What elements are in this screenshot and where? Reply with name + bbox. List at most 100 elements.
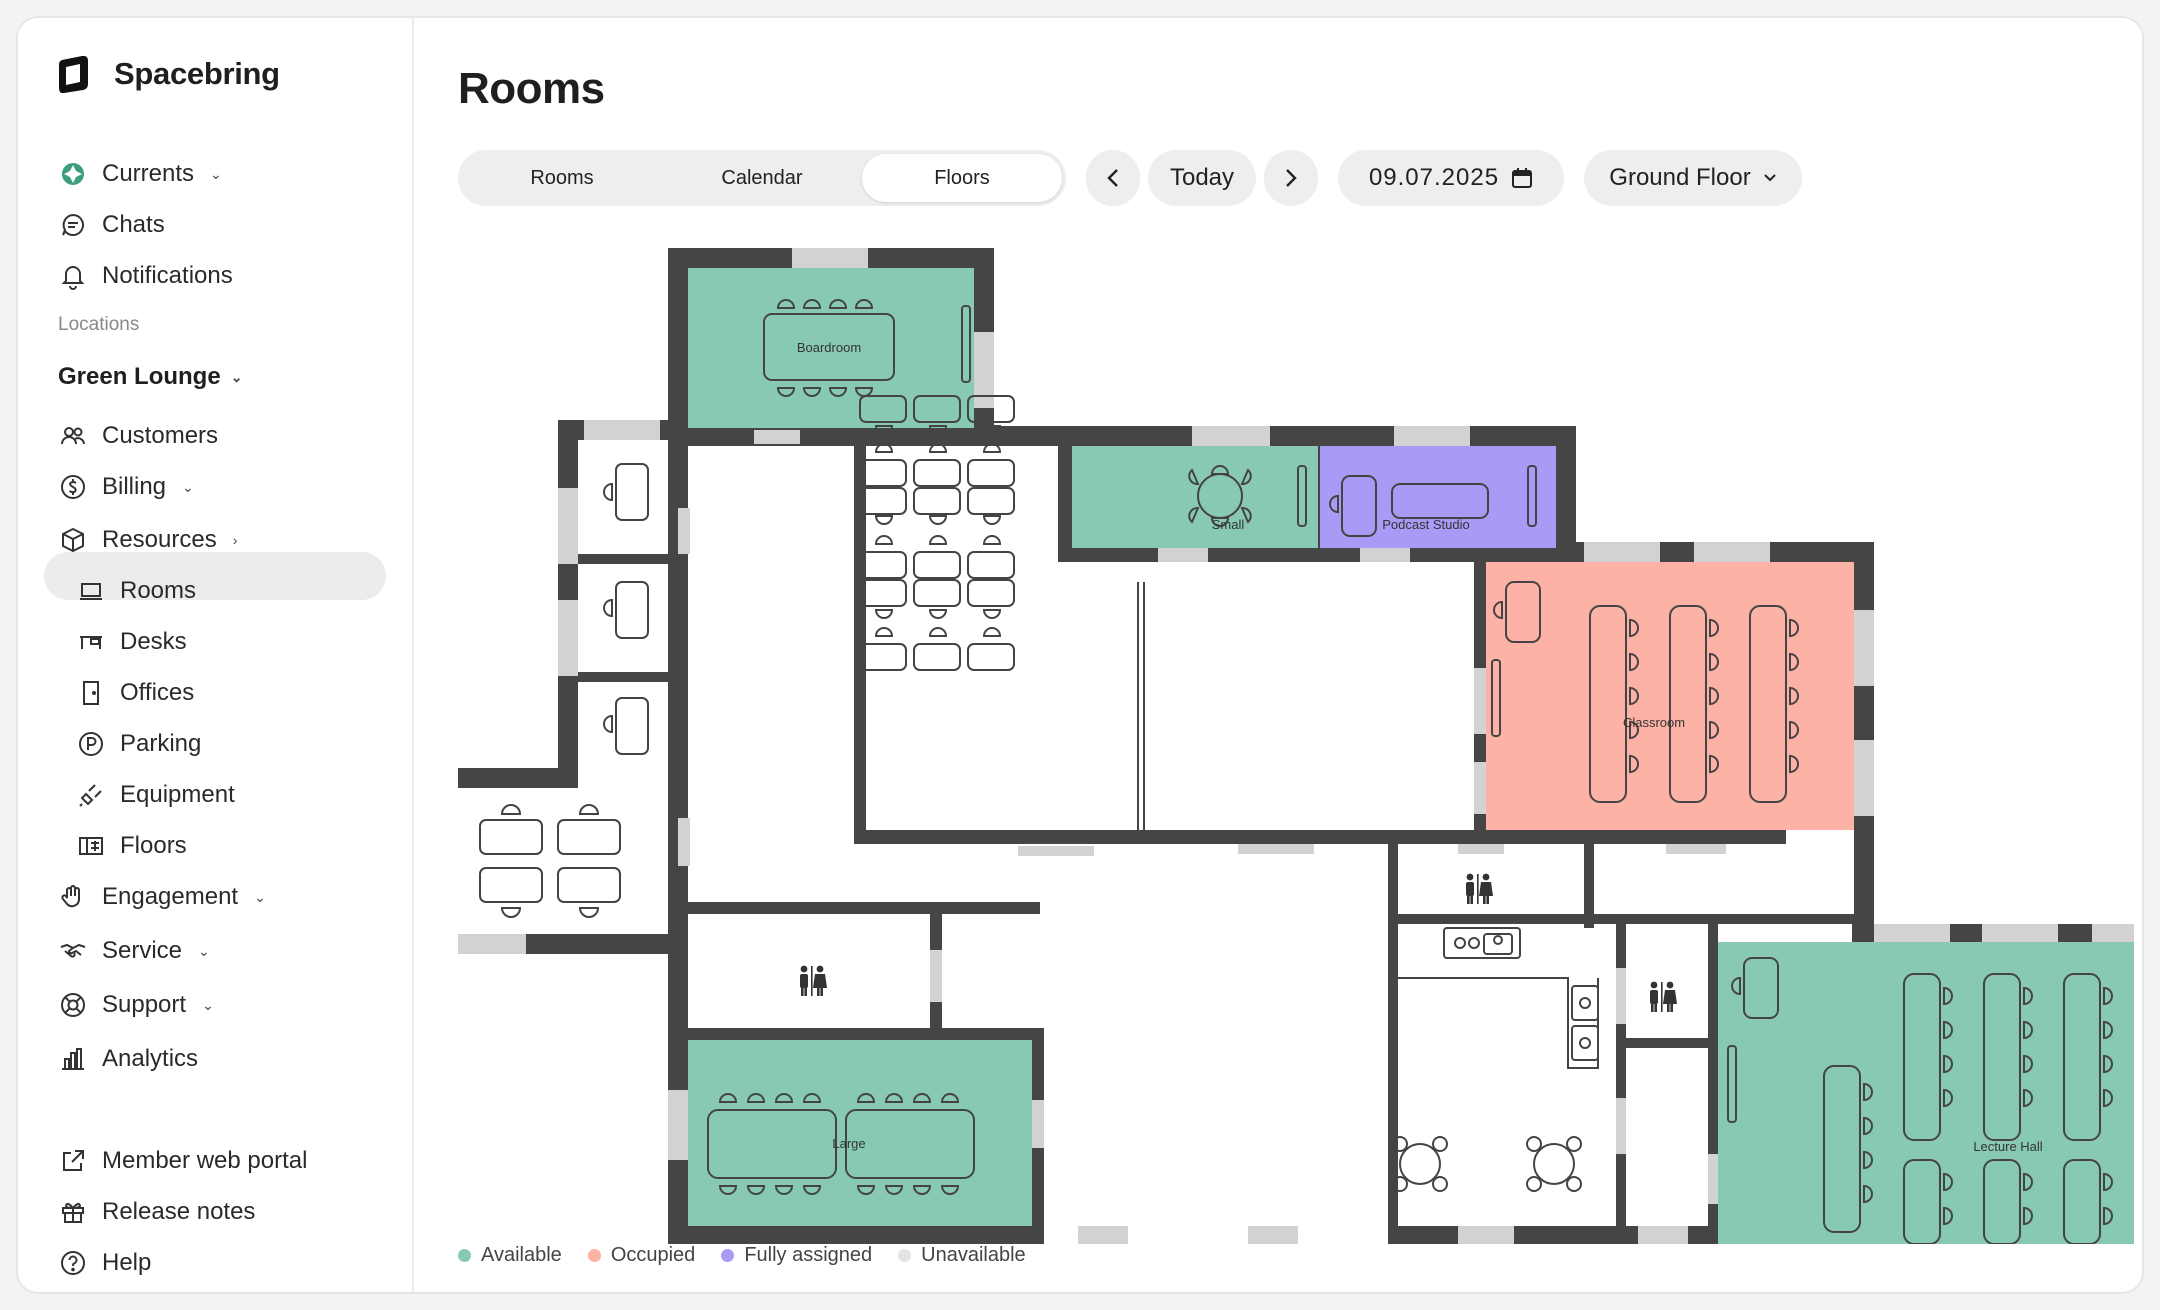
nav-service-label: Service <box>102 937 183 964</box>
analytics-icon <box>58 1044 88 1074</box>
locations-label: Locations <box>58 314 140 335</box>
restroom-icon <box>1650 981 1677 1012</box>
tab-floors[interactable]: Floors <box>862 154 1062 202</box>
room-podcast-studio[interactable] <box>1320 446 1556 548</box>
room-large[interactable] <box>688 1040 1032 1226</box>
nav-support[interactable]: Support ⌄ <box>58 985 214 1025</box>
nav-member-portal-label: Member web portal <box>102 1147 308 1174</box>
sidebar: Spacebring Currents ⌄ Chats Notifications… <box>18 18 414 1292</box>
room-label-small: Small <box>1212 517 1245 532</box>
nav-floors[interactable]: Floors <box>76 826 187 866</box>
view-tabs: Rooms Calendar Floors <box>458 150 1066 206</box>
tab-calendar[interactable]: Calendar <box>662 154 862 202</box>
nav-service[interactable]: Service ⌄ <box>58 931 210 971</box>
nav-rooms[interactable]: Rooms <box>76 571 196 611</box>
bell-icon <box>58 261 88 291</box>
parking-icon <box>76 729 106 759</box>
floor-value: Ground Floor <box>1609 164 1751 191</box>
nav-billing-label: Billing <box>102 473 167 500</box>
legend-dot <box>458 1249 471 1262</box>
floor-selector[interactable]: Ground Floor <box>1584 150 1802 206</box>
chat-icon <box>58 210 88 240</box>
hand-icon <box>58 882 88 912</box>
legend-label: Unavailable <box>921 1244 1026 1266</box>
chevron-left-icon <box>1107 169 1118 187</box>
nav-customers-label: Customers <box>102 422 219 449</box>
nav-equipment-label: Equipment <box>120 781 235 808</box>
nav-chats[interactable]: Chats <box>58 205 165 245</box>
calendar-icon <box>1512 168 1533 188</box>
nav-desks[interactable]: Desks <box>76 622 187 662</box>
nav-offices-label: Offices <box>120 679 195 706</box>
legend-dot <box>721 1249 735 1262</box>
floor-plan: Boardroom Small Podcast Studio Classroom… <box>458 248 2134 1245</box>
nav-engagement-label: Engagement <box>102 883 239 910</box>
chevron-down-icon: ⌄ <box>210 165 222 182</box>
legend-occupied: Occupied <box>587 1244 696 1267</box>
room-label-large: Large <box>832 1136 865 1151</box>
chevron-down-icon: ⌄ <box>254 888 266 905</box>
nav-analytics[interactable]: Analytics <box>58 1039 198 1079</box>
room-label-classroom: Classroom <box>1623 715 1685 730</box>
nav-chats-label: Chats <box>102 211 165 238</box>
nav-parking[interactable]: Parking <box>76 724 201 764</box>
room-label-boardroom: Boardroom <box>797 340 861 355</box>
chevron-down-icon: ⌄ <box>198 942 210 959</box>
billing-icon <box>58 472 88 502</box>
legend-label: Fully assigned <box>744 1244 873 1266</box>
nav-notifications-label: Notifications <box>102 262 233 289</box>
nav-equipment[interactable]: Equipment <box>76 775 235 815</box>
currents-icon <box>58 159 88 189</box>
nav-billing[interactable]: Billing ⌄ <box>58 467 194 507</box>
nav-support-label: Support <box>102 991 187 1018</box>
room-small[interactable] <box>1072 446 1318 548</box>
status-legend: Available Occupied Fully assigned Unavai… <box>458 1244 1026 1267</box>
main-content: Rooms Rooms Calendar Floors Today 09.07.… <box>414 18 2142 1292</box>
chevron-right-icon <box>1286 169 1297 187</box>
today-button[interactable]: Today <box>1148 150 1256 206</box>
brand-logo[interactable]: Spacebring <box>56 54 280 94</box>
room-label-podcast: Podcast Studio <box>1382 517 1469 532</box>
desk-icon <box>76 627 106 657</box>
legend-unavailable: Unavailable <box>898 1244 1026 1267</box>
next-day-button[interactable] <box>1264 150 1318 206</box>
nav-member-portal[interactable]: Member web portal <box>58 1141 307 1181</box>
location-selector[interactable]: Green Lounge ⌄ <box>58 363 242 391</box>
legend-label: Available <box>481 1244 562 1266</box>
nav-offices[interactable]: Offices <box>76 673 194 713</box>
nav-analytics-label: Analytics <box>102 1045 199 1072</box>
nav-engagement[interactable]: Engagement ⌄ <box>58 877 266 917</box>
help-icon <box>58 1248 88 1278</box>
nav-currents-label: Currents <box>102 160 195 187</box>
nav-release-notes[interactable]: Release notes <box>58 1192 255 1232</box>
external-link-icon <box>58 1146 88 1176</box>
page-title: Rooms <box>458 64 605 113</box>
brand-name: Spacebring <box>114 56 280 91</box>
room-lecture-hall[interactable] <box>1718 942 2134 1244</box>
chevron-down-icon: ⌄ <box>202 996 214 1013</box>
room-icon <box>76 576 106 606</box>
tab-rooms[interactable]: Rooms <box>462 154 662 202</box>
legend-fully-assigned: Fully assigned <box>721 1244 872 1267</box>
location-name: Green Lounge <box>58 363 221 390</box>
date-picker[interactable]: 09.07.2025 <box>1338 150 1564 206</box>
chevron-down-icon: ⌄ <box>230 368 243 385</box>
nav-customers[interactable]: Customers <box>58 416 218 456</box>
nav-notifications[interactable]: Notifications <box>58 256 233 296</box>
restroom-icon <box>1466 873 1493 904</box>
lifebuoy-icon <box>58 990 88 1020</box>
customers-icon <box>58 421 88 451</box>
rooms <box>688 268 2134 1244</box>
nav-desks-label: Desks <box>120 628 187 655</box>
nav-help[interactable]: Help <box>58 1243 151 1283</box>
nav-parking-label: Parking <box>120 730 202 757</box>
floor-plan-svg: Boardroom Small Podcast Studio Classroom… <box>458 248 2134 1245</box>
prev-day-button[interactable] <box>1086 150 1140 206</box>
nav-resources-label: Resources <box>102 526 217 553</box>
door-icon <box>76 678 106 708</box>
date-value: 09.07.2025 <box>1368 164 1500 191</box>
nav-release-notes-label: Release notes <box>102 1198 256 1225</box>
nav-currents[interactable]: Currents ⌄ <box>58 154 222 194</box>
legend-label: Occupied <box>610 1244 696 1266</box>
legend-available: Available <box>458 1244 562 1267</box>
